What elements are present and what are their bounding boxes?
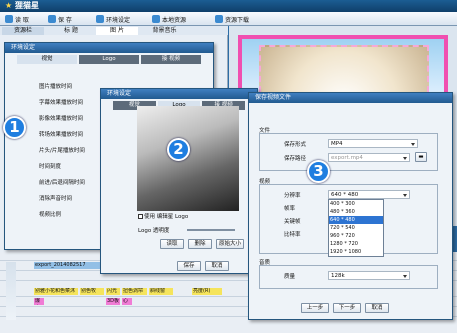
save-button[interactable]: 保 存 xyxy=(48,14,72,24)
great-wall-logo-image xyxy=(137,106,239,211)
transition-clip[interactable]: 爆小 xyxy=(34,298,44,305)
logo-opacity-label: Logo 透明度 xyxy=(138,228,170,234)
quality-select[interactable]: 128k xyxy=(328,271,410,280)
tab-logo[interactable]: Logo xyxy=(79,55,139,64)
tab-video[interactable]: 接 视频 xyxy=(141,55,201,64)
transition-clip[interactable]: 心 xyxy=(122,298,132,305)
save-format-select[interactable]: MP4 xyxy=(328,139,418,148)
tab-music[interactable]: 背景音乐 xyxy=(142,27,187,35)
resolution-label: 分辨率 xyxy=(284,193,301,199)
effect-clip[interactable]: 别色牧 xyxy=(80,288,104,295)
folder-icon xyxy=(5,15,13,23)
effect-clip[interactable]: 闪光 xyxy=(106,288,120,295)
transition-clip[interactable]: 3D板 xyxy=(106,298,120,305)
step-badge-1: 1 xyxy=(3,116,26,139)
logo-opacity-slider[interactable] xyxy=(187,229,235,231)
env-settings-button[interactable]: 环境设定 xyxy=(96,14,130,24)
save-format-label: 保存形式 xyxy=(284,142,307,148)
save-path-input[interactable]: export.mp4 xyxy=(328,153,410,162)
main-toolbar: 读 取 保 存 环境设定 本地资源 资源下载 xyxy=(0,12,457,26)
prev-button[interactable]: 上一步 xyxy=(301,303,329,313)
resolution-option[interactable]: 960 * 720 xyxy=(329,232,383,240)
local-resource-button[interactable]: 本地资源 xyxy=(152,14,186,24)
tab-title[interactable]: 标 题 xyxy=(50,27,92,35)
dialog-title: 环境设定 xyxy=(5,43,213,53)
delete-logo-button[interactable]: 删除 xyxy=(188,239,212,249)
resolution-select[interactable]: 640 * 480 xyxy=(328,190,410,199)
effect-clip[interactable]: 扭色涡帘 xyxy=(122,288,147,295)
setting-seek-interval: 前进/后退间隔时间 xyxy=(39,180,85,186)
resolution-dropdown-list: 400 * 300 480 * 360 640 * 480 720 * 540 … xyxy=(328,199,384,257)
cancel-button[interactable]: 取消 xyxy=(205,261,229,271)
read-button[interactable]: 读 取 xyxy=(5,14,29,24)
save-video-dialog: 保存视频文件 文件 保存形式 MP4 保存路径 export.mp4 ▬ 视频 … xyxy=(248,92,453,320)
resolution-option[interactable]: 1280 * 720 xyxy=(329,240,383,248)
keyframe-label: 关键帧 xyxy=(284,219,301,225)
use-logo-checkbox[interactable]: 使用 编辑星 Logo xyxy=(138,212,188,220)
tab-images[interactable]: 图 片 xyxy=(96,27,138,35)
resource-download-button[interactable]: 资源下载 xyxy=(215,14,249,24)
folder-icon: ▬ xyxy=(418,154,424,160)
resolution-option[interactable]: 400 * 300 xyxy=(329,200,383,208)
save-path-label: 保存路径 xyxy=(284,156,307,162)
app-title: 狸猫星 xyxy=(14,1,39,10)
setting-effect-time: 影像效果播放时间 xyxy=(39,116,84,122)
app-title-bar: ★ 狸猫星 xyxy=(0,0,457,12)
export-clip[interactable]: export_2014082517 xyxy=(34,262,104,269)
original-size-button[interactable]: 原始大小 xyxy=(216,239,244,249)
next-button[interactable]: 下一步 xyxy=(333,303,361,313)
effect-clip[interactable]: 别雅小花和色菜沐 xyxy=(34,288,78,295)
download-icon xyxy=(152,15,160,23)
setting-intro-outro-time: 片头/片尾播放时间 xyxy=(39,148,85,154)
effect-clip[interactable]: 斜线窗 xyxy=(149,288,173,295)
resolution-option[interactable]: 720 * 540 xyxy=(329,224,383,232)
dialog-title: 环境设定 xyxy=(101,89,257,99)
dialog-tabs: 视觉 Logo 接 视频 xyxy=(17,55,201,64)
step-badge-3: 3 xyxy=(307,160,330,183)
resolution-option[interactable]: 1920 * 1080 xyxy=(329,248,383,256)
setting-image-time: 图片播放时间 xyxy=(39,84,73,90)
quality-label: 质量 xyxy=(284,274,296,280)
browse-folder-button[interactable]: ▬ xyxy=(415,152,427,162)
step-badge-2: 2 xyxy=(167,138,190,161)
setting-time-scale: 时间刻度 xyxy=(39,164,62,170)
effect-clip[interactable]: 亮度(R) xyxy=(192,288,222,295)
cloud-download-icon xyxy=(215,15,223,23)
tab-resources[interactable]: 资源栏 xyxy=(2,27,44,35)
dialog-title: 保存视频文件 xyxy=(249,93,452,103)
resolution-option[interactable]: 640 * 480 xyxy=(329,216,383,224)
timeline-track-icons xyxy=(6,262,16,320)
bitrate-label: 比特率 xyxy=(284,232,301,238)
save-button[interactable]: 保存 xyxy=(177,261,201,271)
tab-vision[interactable]: 视觉 xyxy=(17,55,77,64)
setting-video-ratio: 视频比例 xyxy=(39,212,62,218)
app-logo-icon: ★ xyxy=(5,1,13,10)
resolution-option[interactable]: 480 * 360 xyxy=(329,208,383,216)
setting-transition-time: 转场效果播放时间 xyxy=(39,132,84,138)
cancel-button[interactable]: 取消 xyxy=(365,303,389,313)
checkbox-icon xyxy=(138,214,143,219)
setting-mute-time: 消除声音时间 xyxy=(39,196,73,202)
gear-icon xyxy=(96,15,104,23)
disk-icon xyxy=(48,15,56,23)
frame-rate-label: 帧率 xyxy=(284,206,296,212)
setting-subtitle-time: 字幕效果播放时间 xyxy=(39,100,84,106)
read-logo-button[interactable]: 读取 xyxy=(160,239,184,249)
